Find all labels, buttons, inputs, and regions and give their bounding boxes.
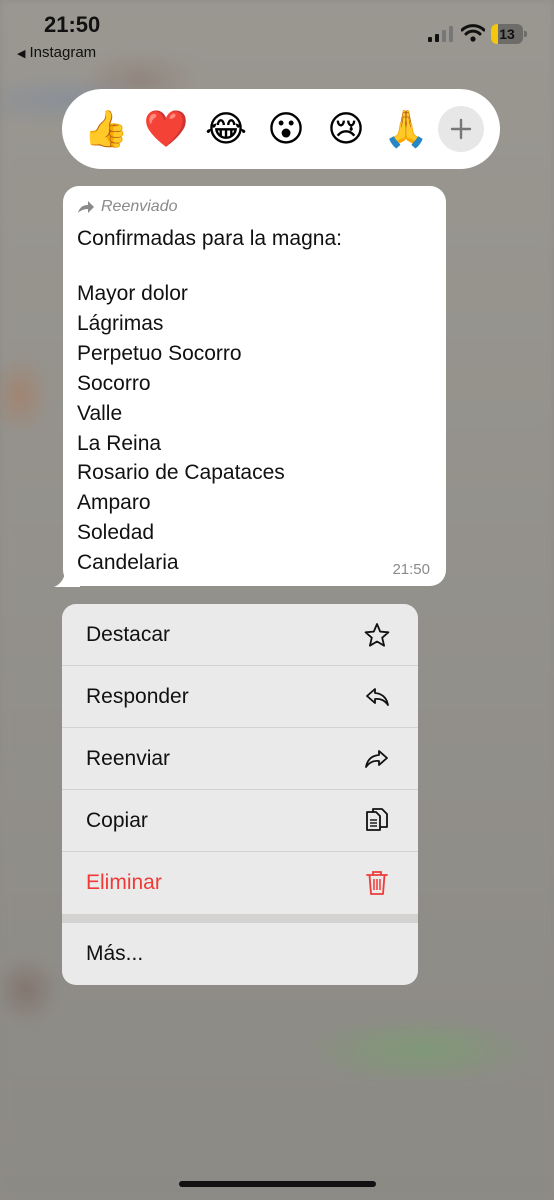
message-timestamp: 21:50 [392, 561, 430, 578]
menu-item-label: Copiar [86, 808, 148, 832]
reaction-surprised[interactable]: 😮 [260, 99, 312, 159]
back-app-label: Instagram [29, 44, 97, 61]
message-line: Amparo [77, 491, 151, 515]
plus-icon [450, 118, 472, 140]
menu-item-label: Eliminar [86, 871, 162, 894]
more-reactions-button[interactable] [438, 106, 484, 152]
menu-item-eliminar[interactable]: Eliminar [62, 852, 418, 914]
wifi-icon [461, 24, 485, 42]
message-line: Soledad [77, 521, 155, 545]
reaction-praying-hands[interactable]: 🙏 [380, 99, 432, 159]
forwarded-arrow-icon [78, 201, 94, 213]
cellular-signal-icon [428, 26, 453, 42]
battery-level: 13 [499, 26, 515, 42]
battery-icon: 13 [491, 24, 527, 44]
menu-divider [62, 914, 418, 923]
blurred-chat-background [0, 0, 554, 1200]
message-line: Socorro [77, 371, 151, 395]
menu-item-mas[interactable]: Más... [62, 923, 418, 985]
back-arrow-icon: ◀ [17, 48, 26, 60]
message-bubble[interactable]: Reenviado Confirmadas para la magna: May… [63, 186, 446, 586]
message-title: Confirmadas para la magna: [77, 227, 342, 250]
menu-item-copiar[interactable]: Copiar [62, 790, 418, 852]
menu-item-destacar[interactable]: Destacar [62, 604, 418, 666]
reaction-laughing[interactable]: 😂 [200, 99, 252, 159]
context-menu: Destacar Responder Reenviar Copiar Elimi… [62, 604, 418, 985]
forwarded-label: Reenviado [77, 198, 178, 216]
status-bar: 21:50 ◀ Instagram 13 [0, 0, 554, 70]
reaction-bar: 👍 ❤️ 😂 😮 😢 🙏 [62, 89, 500, 169]
trash-icon [364, 870, 390, 896]
copy-icon [364, 807, 390, 834]
forward-icon [364, 746, 390, 772]
message-line: Rosario de Capataces [77, 461, 285, 485]
home-indicator[interactable] [179, 1181, 376, 1187]
reaction-crying[interactable]: 😢 [320, 99, 372, 159]
message-list: Mayor dolor Lágrimas Perpetuo Socorro So… [77, 279, 285, 578]
forwarded-text: Reenviado [101, 198, 178, 215]
star-icon [364, 622, 390, 648]
message-line: Mayor dolor [77, 282, 188, 305]
menu-item-label: Responder [86, 684, 189, 708]
message-line: Candelaria [77, 551, 179, 575]
message-line: Lágrimas [77, 311, 164, 335]
reaction-heart[interactable]: ❤️ [140, 99, 192, 159]
reply-icon [364, 684, 390, 710]
menu-item-reenviar[interactable]: Reenviar [62, 728, 418, 790]
menu-item-responder[interactable]: Responder [62, 666, 418, 728]
reaction-thumbs-up[interactable]: 👍 [80, 99, 132, 159]
menu-item-label: Destacar [86, 622, 171, 646]
back-to-app-link[interactable]: ◀ Instagram [17, 44, 96, 61]
menu-item-label: Reenviar [86, 746, 171, 770]
message-line: Perpetuo Socorro [77, 341, 242, 365]
message-line: La Reina [77, 431, 162, 455]
status-time: 21:50 [44, 12, 101, 37]
message-line: Valle [77, 401, 123, 425]
menu-item-label: Más... [86, 942, 144, 965]
